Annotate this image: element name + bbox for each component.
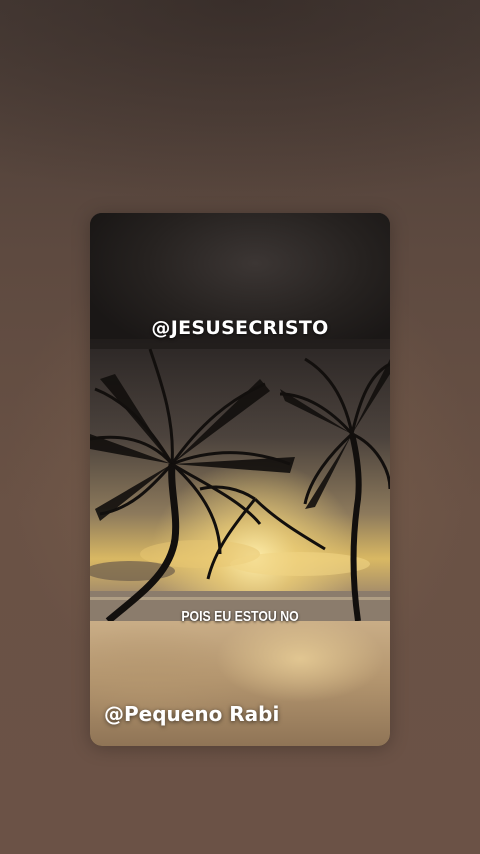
author-handle[interactable]: @Pequeno Rabi: [104, 702, 279, 726]
channel-handle[interactable]: @JESUSECRISTO: [90, 317, 390, 339]
palm-sunset-image: [90, 339, 390, 621]
video-caption: POIS EU ESTOU NO: [181, 608, 299, 625]
story-card[interactable]: @JESUSECRISTO POIS EU ESTOU NO @Pequeno …: [90, 213, 390, 746]
story-bottom-band: [90, 621, 390, 746]
